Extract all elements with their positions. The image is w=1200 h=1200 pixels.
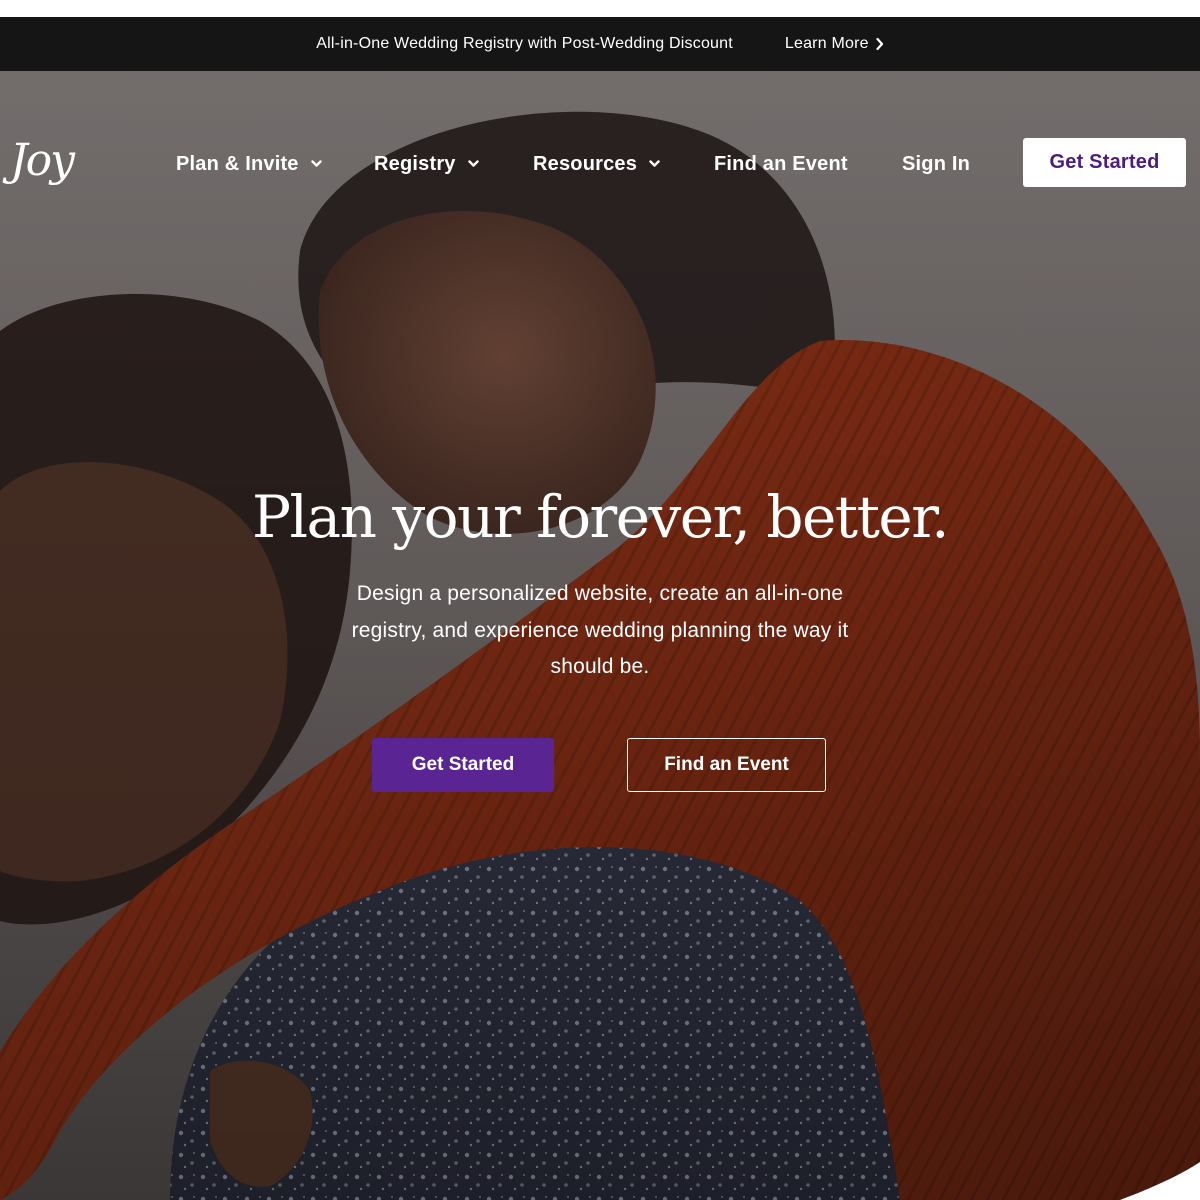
learn-more-label: Learn More [784, 35, 869, 52]
page: All-in-One Wedding Registry with Post-We… [0, 0, 1200, 1200]
nav-item-label: Sign In [902, 152, 971, 175]
hero-subtitle: Design a personalized website, create an… [351, 582, 849, 678]
hero-get-started-button[interactable]: Get Started [372, 738, 554, 792]
nav-item-sign-in[interactable]: Sign In [902, 149, 970, 179]
promo-text: All-in-One Wedding Registry with Post-We… [316, 35, 733, 52]
nav-get-started-button[interactable]: Get Started [1023, 138, 1186, 187]
hero-find-an-event-button[interactable]: Find an Event [627, 738, 826, 792]
chevron-down-icon [649, 160, 660, 167]
nav-item-label: Plan & Invite [176, 152, 299, 175]
chevron-down-icon [467, 160, 479, 167]
nav-item-label: Registry [374, 152, 456, 175]
promo-banner: All-in-One Wedding Registry with Post-We… [0, 17, 1200, 71]
nav-item-registry[interactable]: Registry [374, 149, 479, 179]
chevron-right-icon [876, 38, 883, 50]
hero-title: Plan your forever, better. [251, 483, 950, 551]
nav-item-plan-invite[interactable]: Plan & Invite [176, 149, 322, 179]
nav-item-label: Resources [533, 152, 638, 175]
chevron-down-icon [310, 160, 322, 167]
main-navigation: Joy Plan & Invite Registry Resources Fin… [0, 71, 1200, 256]
nav-item-find-an-event[interactable]: Find an Event [714, 149, 848, 179]
nav-item-resources[interactable]: Resources [533, 149, 660, 179]
learn-more-link[interactable]: Learn More [785, 35, 884, 53]
nav-item-label: Find an Event [714, 152, 848, 175]
joy-logo[interactable]: Joy [10, 135, 75, 186]
section-divider-wave [1120, 1162, 1200, 1200]
